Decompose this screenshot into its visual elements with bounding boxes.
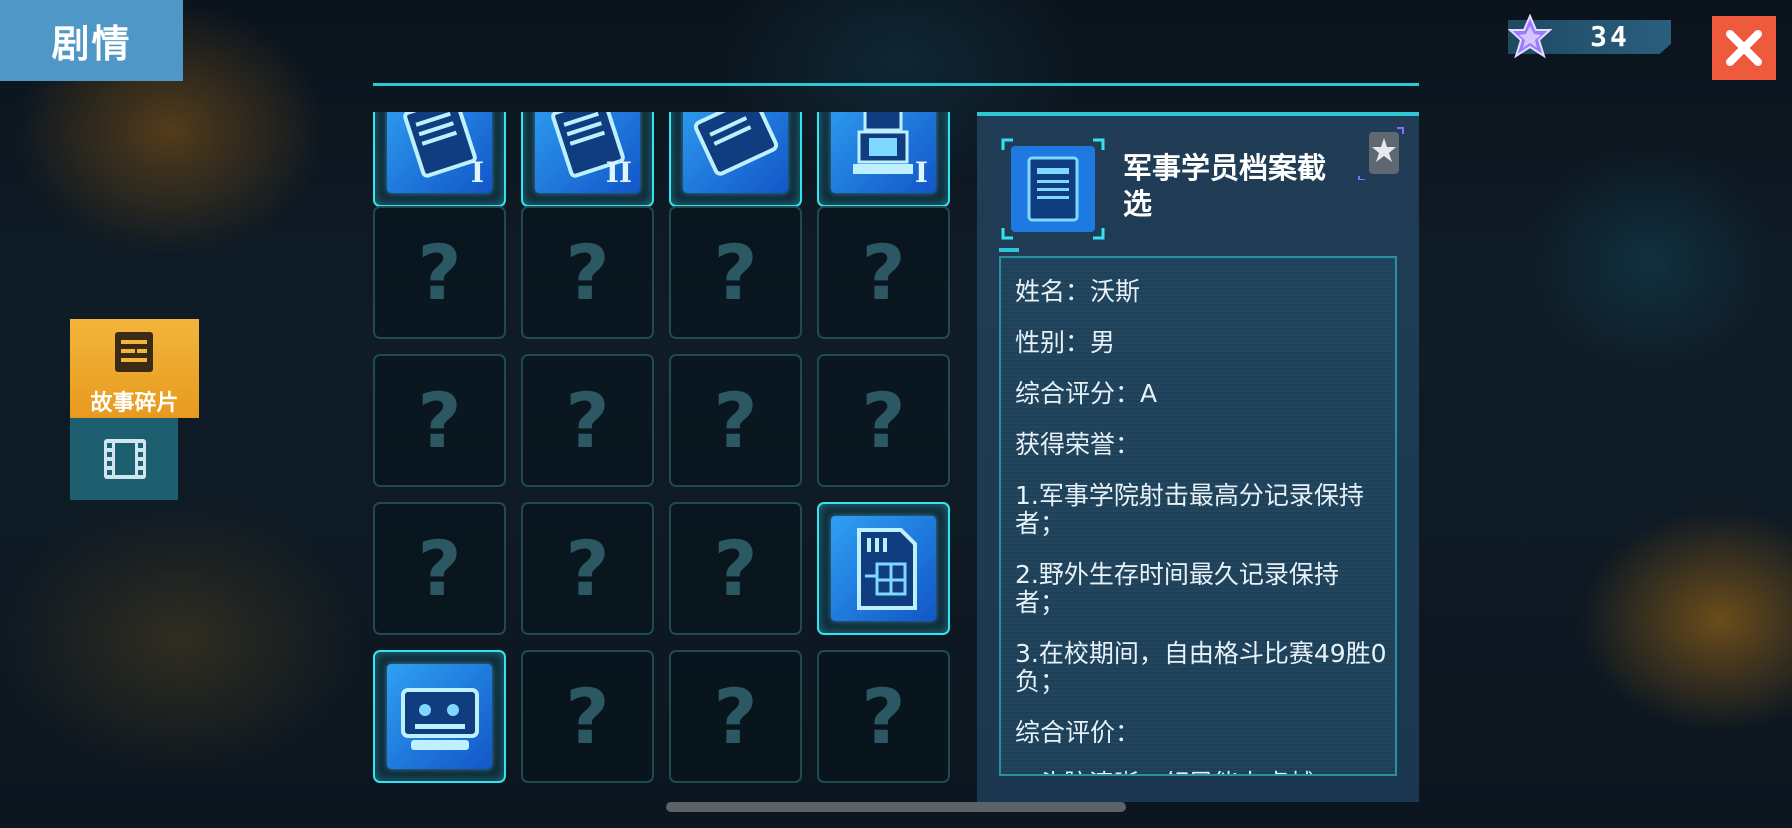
detail-line: 综合评价： [1015, 718, 1141, 747]
question-mark-icon: ? [861, 376, 906, 465]
fragment-slot-locked[interactable]: ? [521, 502, 654, 635]
book-icon [1001, 138, 1105, 240]
fragment-slot-locked[interactable]: ? [669, 206, 802, 339]
story-fragment-icon [115, 332, 153, 372]
fragment-card[interactable] [669, 112, 802, 207]
detail-text: 姓名：沃斯性别：男综合评分：A 获得荣誉： 1.军事学院射击最高分记录保持者； 2.野… [1015, 277, 1387, 775]
question-mark-icon: ? [861, 228, 906, 317]
tab-video[interactable] [70, 418, 178, 500]
close-icon [1726, 30, 1762, 66]
question-mark-icon: ? [417, 228, 462, 317]
detail-line: 3.在校期间，自由格斗比赛49胜0负； [1015, 639, 1387, 696]
detail-line: 1.军事学院射击最高分记录保持者； [1015, 481, 1364, 538]
detail-line: 综合评分：A [1015, 379, 1158, 408]
detail-line: 2.野外生存时间最久记录保持者； [1015, 560, 1339, 617]
question-mark-icon: ? [565, 228, 610, 317]
fragment-grid[interactable]: I II I?????????????? [370, 112, 960, 794]
fragment-card-art: I [387, 112, 492, 193]
fragment-slot-locked[interactable]: ? [521, 650, 654, 783]
question-mark-icon: ? [565, 672, 610, 761]
fragment-card-art: II [535, 112, 640, 193]
fragment-numeral: I [914, 156, 928, 189]
sd-card-icon [857, 528, 917, 610]
detail-line: 获得荣誉： [1015, 430, 1141, 459]
detail-line: 1.头脑清晰，领导能力卓越 [1015, 770, 1387, 775]
device-icon [401, 688, 479, 750]
fragment-card-art [831, 516, 936, 621]
question-mark-icon: ? [861, 672, 906, 761]
fragment-card-art [683, 112, 788, 193]
question-mark-icon: ? [565, 376, 610, 465]
tab-story-fragments[interactable]: 故事碎片 [70, 319, 199, 418]
scrollbar[interactable] [666, 802, 1126, 812]
fragment-slot-locked[interactable]: ? [373, 502, 506, 635]
fragment-numeral: I [470, 156, 484, 189]
question-mark-icon: ? [713, 672, 758, 761]
question-mark-icon: ? [417, 524, 462, 613]
fragment-card[interactable] [373, 650, 506, 783]
fragment-slot-locked[interactable]: ? [669, 354, 802, 487]
fragment-slot-locked[interactable]: ? [669, 502, 802, 635]
detail-info-box[interactable]: 姓名：沃斯性别：男综合评分：A 获得荣誉： 1.军事学院射击最高分记录保持者； 2.野… [999, 256, 1397, 776]
divider-line [373, 83, 1419, 86]
fragment-card[interactable] [817, 502, 950, 635]
question-mark-icon: ? [713, 524, 758, 613]
info-accent [999, 248, 1019, 252]
fragment-card-art: I [831, 112, 936, 193]
rank-badge-icon [1358, 127, 1404, 180]
fragment-card-art [387, 664, 492, 769]
detail-line: 姓名：沃斯 [1015, 277, 1141, 306]
fragment-slot-locked[interactable]: ? [373, 206, 506, 339]
fragment-card[interactable]: I [817, 112, 950, 207]
fragment-slot-locked[interactable]: ? [521, 354, 654, 487]
film-icon [104, 439, 146, 479]
fragment-slot-locked[interactable]: ? [373, 354, 506, 487]
question-mark-icon: ? [417, 376, 462, 465]
fragment-slot-locked[interactable]: ? [817, 354, 950, 487]
question-mark-icon: ? [713, 376, 758, 465]
detail-line: 性别：男 [1015, 328, 1116, 357]
page-title: 剧情 [0, 0, 183, 81]
fragment-card[interactable]: I [373, 112, 506, 207]
fragment-slot-locked[interactable]: ? [817, 650, 950, 783]
star-crystal-icon [1508, 14, 1552, 59]
fragment-numeral: II [605, 156, 632, 189]
fragment-card[interactable]: II [521, 112, 654, 207]
detail-title: 军事学员档案截选 [1123, 151, 1327, 221]
fragment-slot-locked[interactable]: ? [817, 206, 950, 339]
tablet-icon [693, 112, 779, 176]
question-mark-icon: ? [713, 228, 758, 317]
fragment-slot-locked[interactable]: ? [521, 206, 654, 339]
detail-panel: 军事学员档案截选 姓名：沃斯性别：男综合评分：A 获得荣誉： 1.军事学院射击最高分… [977, 112, 1419, 802]
currency-value: 34 [1590, 20, 1630, 53]
tab-story-fragments-label: 故事碎片 [90, 391, 179, 416]
fragment-slot-locked[interactable]: ? [669, 650, 802, 783]
question-mark-icon: ? [565, 524, 610, 613]
close-button[interactable] [1712, 16, 1776, 80]
